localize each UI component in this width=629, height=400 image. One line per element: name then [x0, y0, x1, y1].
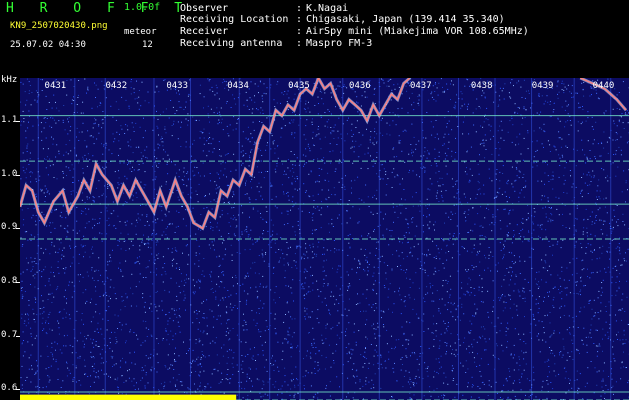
y-tick	[16, 174, 20, 176]
time-label: 0431	[44, 81, 67, 91]
time-label: 0437	[409, 81, 432, 91]
version-label: 1.0.0f	[124, 2, 161, 13]
info-separator: :	[296, 26, 303, 37]
info-key-observer: Observer	[180, 3, 229, 14]
y-tick-label: 0.6	[1, 383, 18, 394]
info-separator: :	[296, 38, 303, 49]
app-title: H R O F F T	[6, 1, 192, 16]
filename-label: KN9_2507020430.png	[10, 21, 108, 31]
doppler-trace-glow	[20, 78, 411, 231]
spectrogram-svg	[20, 78, 629, 400]
y-axis-unit: kHz	[1, 75, 18, 85]
info-key-location: Receiving Location	[180, 14, 289, 25]
mode-value: 12	[142, 40, 153, 50]
time-label: 0436	[349, 81, 371, 91]
info-value-observer: K.Nagai	[306, 3, 349, 14]
info-key-receiver: Receiver	[180, 26, 229, 37]
info-value-location: Chigasaki, Japan (139.414 35.340)	[306, 14, 505, 25]
y-tick-label: 1.0	[1, 168, 18, 179]
y-tick	[16, 389, 20, 391]
y-tick-label: 0.8	[1, 275, 18, 286]
time-label: 0438	[470, 81, 493, 91]
y-tick	[16, 228, 20, 230]
spectrogram-plot	[20, 78, 629, 400]
time-label: 0434	[227, 81, 249, 91]
time-label: 0440	[592, 81, 615, 91]
mode-label: meteor	[124, 27, 157, 37]
y-tick-label: 0.9	[1, 222, 18, 233]
time-label: 0439	[531, 81, 554, 91]
level-bar-yellow	[20, 394, 237, 400]
header-panel: H R O F F T 1.0.0f KN9_2507020430.png me…	[0, 0, 629, 75]
timestamp-label: 25.07.02 04:30	[10, 40, 86, 50]
info-separator: :	[296, 3, 303, 14]
info-value-antenna: Maspro FM-3	[306, 38, 373, 49]
info-separator: :	[296, 14, 303, 25]
info-value-receiver: AirSpy mini (Miakejima VOR 108.65MHz)	[306, 26, 529, 37]
y-tick-label: 1.1	[1, 114, 18, 125]
info-key-antenna: Receiving antenna	[180, 38, 283, 49]
time-label: 0432	[105, 81, 128, 91]
y-tick-label: 0.7	[1, 329, 18, 340]
y-tick	[16, 281, 20, 283]
time-label: 0433	[166, 81, 189, 91]
y-tick	[16, 335, 20, 337]
time-label: 0435	[288, 81, 310, 91]
y-tick	[16, 120, 20, 122]
